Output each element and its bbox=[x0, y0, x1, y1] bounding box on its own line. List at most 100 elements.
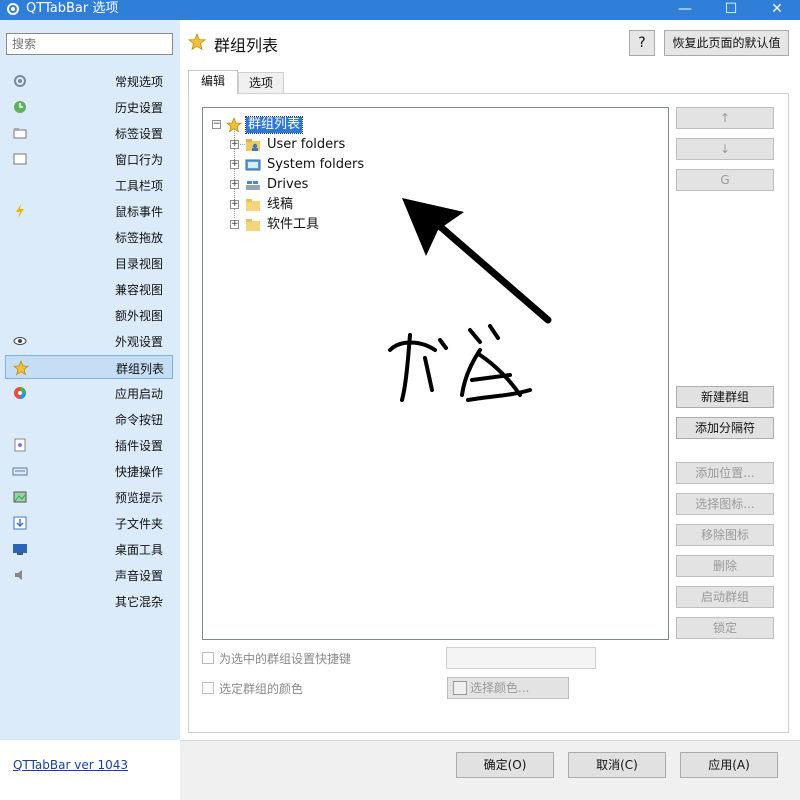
sidebar-item[interactable]: 标签设置 bbox=[5, 121, 173, 145]
desktop-icon bbox=[13, 544, 27, 555]
collapse-icon[interactable]: − bbox=[212, 120, 221, 129]
apply-button[interactable]: 应用(A) bbox=[680, 752, 778, 778]
gear-icon bbox=[14, 75, 26, 87]
select-icon-button[interactable]: 选择图标... bbox=[676, 493, 774, 515]
expand-icon[interactable]: + bbox=[230, 160, 239, 169]
ok-button[interactable]: 确定(O) bbox=[456, 752, 554, 778]
keyboard-icon bbox=[12, 467, 28, 476]
expand-icon[interactable]: + bbox=[230, 180, 239, 189]
system-folder-icon bbox=[245, 159, 261, 171]
tree-node-label[interactable]: 线稿 bbox=[267, 197, 293, 213]
expand-icon[interactable]: + bbox=[230, 200, 239, 209]
lock-button[interactable]: 锁定 bbox=[676, 617, 774, 639]
sidebar-item-label: 历史设置 bbox=[114, 101, 163, 115]
tree-node-root[interactable]: − 群组列表 bbox=[209, 116, 409, 134]
app-launch-icon bbox=[14, 387, 26, 399]
sidebar-item-label: 快捷操作 bbox=[114, 465, 163, 479]
select-color-button[interactable]: 选择颜色... bbox=[447, 677, 569, 699]
sidebar-item[interactable]: 其它混杂 bbox=[5, 589, 173, 613]
sidebar-item[interactable]: 额外视图 bbox=[5, 303, 173, 327]
sidebar-item-label: 工具栏项 bbox=[114, 179, 163, 193]
lightning-icon bbox=[16, 204, 24, 218]
add-location-button[interactable]: 添加位置... bbox=[676, 462, 774, 484]
sidebar-item[interactable]: 命令按钮 bbox=[5, 407, 173, 431]
sidebar-item-label: 标签设置 bbox=[114, 127, 163, 141]
cancel-button[interactable]: 取消(C) bbox=[568, 752, 666, 778]
new-group-button[interactable]: 新建群组 bbox=[676, 386, 774, 408]
star-icon bbox=[188, 33, 206, 51]
tree-node-label[interactable]: 软件工具 bbox=[267, 217, 319, 233]
sidebar-item[interactable]: 桌面工具 bbox=[5, 537, 173, 561]
sidebar-item-label: 子文件夹 bbox=[114, 517, 163, 531]
delete-button[interactable]: 删除 bbox=[676, 555, 774, 577]
window-title: QTTabBar 选项 bbox=[26, 1, 119, 16]
sidebar-item[interactable]: 目录视图 bbox=[5, 251, 173, 275]
hotkey-label: 为选中的群组设置快捷键 bbox=[219, 652, 352, 666]
sidebar-item-label: 目录视图 bbox=[114, 257, 163, 271]
tab-icon bbox=[13, 128, 27, 139]
sidebar-item[interactable]: 窗口行为 bbox=[5, 147, 173, 171]
expand-icon[interactable]: + bbox=[230, 220, 239, 229]
user-folder-icon bbox=[246, 139, 260, 151]
sidebar-item[interactable]: 应用启动 bbox=[5, 381, 173, 405]
sidebar-item[interactable]: 兼容视图 bbox=[5, 277, 173, 301]
sidebar-item[interactable]: 常规选项 bbox=[5, 69, 173, 93]
tab-options[interactable]: 选项 bbox=[238, 72, 284, 94]
sidebar-item-label: 应用启动 bbox=[114, 387, 163, 401]
close-button[interactable]: ✕ bbox=[754, 0, 800, 20]
sidebar-item[interactable]: 预览提示 bbox=[5, 485, 173, 509]
tab-edit[interactable]: 编辑 bbox=[188, 70, 238, 94]
sidebar-item-label: 命令按钮 bbox=[114, 413, 163, 427]
group-color-checkbox[interactable] bbox=[202, 682, 214, 694]
version-link[interactable]: QTTabBar ver 1043 bbox=[13, 758, 128, 772]
tree-node-label[interactable]: User folders bbox=[267, 137, 345, 153]
sidebar-item-label: 桌面工具 bbox=[114, 543, 163, 557]
search-input[interactable] bbox=[6, 33, 173, 55]
tree-node[interactable]: + System folders bbox=[229, 156, 429, 174]
expand-icon[interactable]: + bbox=[230, 140, 239, 149]
restore-defaults-button[interactable]: 恢复此页面的默认值 bbox=[664, 30, 789, 56]
group-color-label: 选定群组的颜色 bbox=[219, 682, 304, 696]
hotkey-checkbox[interactable] bbox=[202, 652, 214, 664]
speaker-icon bbox=[15, 570, 22, 580]
reset-icon-button[interactable]: G bbox=[676, 169, 774, 191]
move-up-button[interactable]: ↑ bbox=[676, 107, 774, 129]
handwritten-arrow-annotation bbox=[388, 198, 552, 402]
sidebar-item[interactable]: 工具栏项 bbox=[5, 173, 173, 197]
tree-node[interactable]: + User folders bbox=[229, 136, 429, 154]
select-color-label: 选择颜色... bbox=[470, 681, 530, 695]
tree-node-label[interactable]: System folders bbox=[267, 157, 364, 173]
hotkey-input[interactable] bbox=[446, 647, 596, 669]
maximize-button[interactable]: ☐ bbox=[708, 0, 754, 20]
sidebar-item[interactable]: 快捷操作 bbox=[5, 459, 173, 483]
sidebar-item[interactable]: 群组列表 bbox=[5, 355, 173, 379]
star-icon bbox=[226, 117, 242, 133]
add-separator-button[interactable]: 添加分隔符 bbox=[676, 417, 774, 439]
history-icon bbox=[14, 101, 26, 113]
sidebar-item-label: 声音设置 bbox=[114, 569, 163, 583]
sidebar-item-label: 预览提示 bbox=[114, 491, 163, 505]
tree-root-label[interactable]: 群组列表 bbox=[244, 116, 304, 134]
sidebar-item[interactable]: 子文件夹 bbox=[5, 511, 173, 535]
remove-icon-button[interactable]: 移除图标 bbox=[676, 524, 774, 546]
drive-icon bbox=[246, 181, 260, 190]
sidebar-item-label: 外观设置 bbox=[114, 335, 163, 349]
sidebar-item[interactable]: 鼠标事件 bbox=[5, 199, 173, 223]
launch-group-button[interactable]: 启动群组 bbox=[676, 586, 774, 608]
sidebar-item[interactable]: 声音设置 bbox=[5, 563, 173, 587]
star-icon bbox=[13, 360, 29, 376]
sidebar-item-label: 鼠标事件 bbox=[114, 205, 163, 219]
move-down-button[interactable]: ↓ bbox=[676, 138, 774, 160]
sidebar-item-label: 兼容视图 bbox=[114, 283, 163, 297]
sidebar-item[interactable]: 历史设置 bbox=[5, 95, 173, 119]
window-icon bbox=[13, 153, 27, 165]
folder-icon bbox=[246, 219, 260, 231]
help-button[interactable]: ? bbox=[629, 30, 655, 56]
tree-node-label[interactable]: Drives bbox=[267, 177, 308, 193]
sidebar-item[interactable]: 标签拖放 bbox=[5, 225, 173, 249]
plugin-icon bbox=[14, 438, 26, 452]
minimize-button[interactable]: — bbox=[662, 0, 708, 20]
page-title: 群组列表 bbox=[214, 36, 279, 55]
sidebar-item[interactable]: 插件设置 bbox=[5, 433, 173, 457]
sidebar-item[interactable]: 外观设置 bbox=[5, 329, 173, 353]
